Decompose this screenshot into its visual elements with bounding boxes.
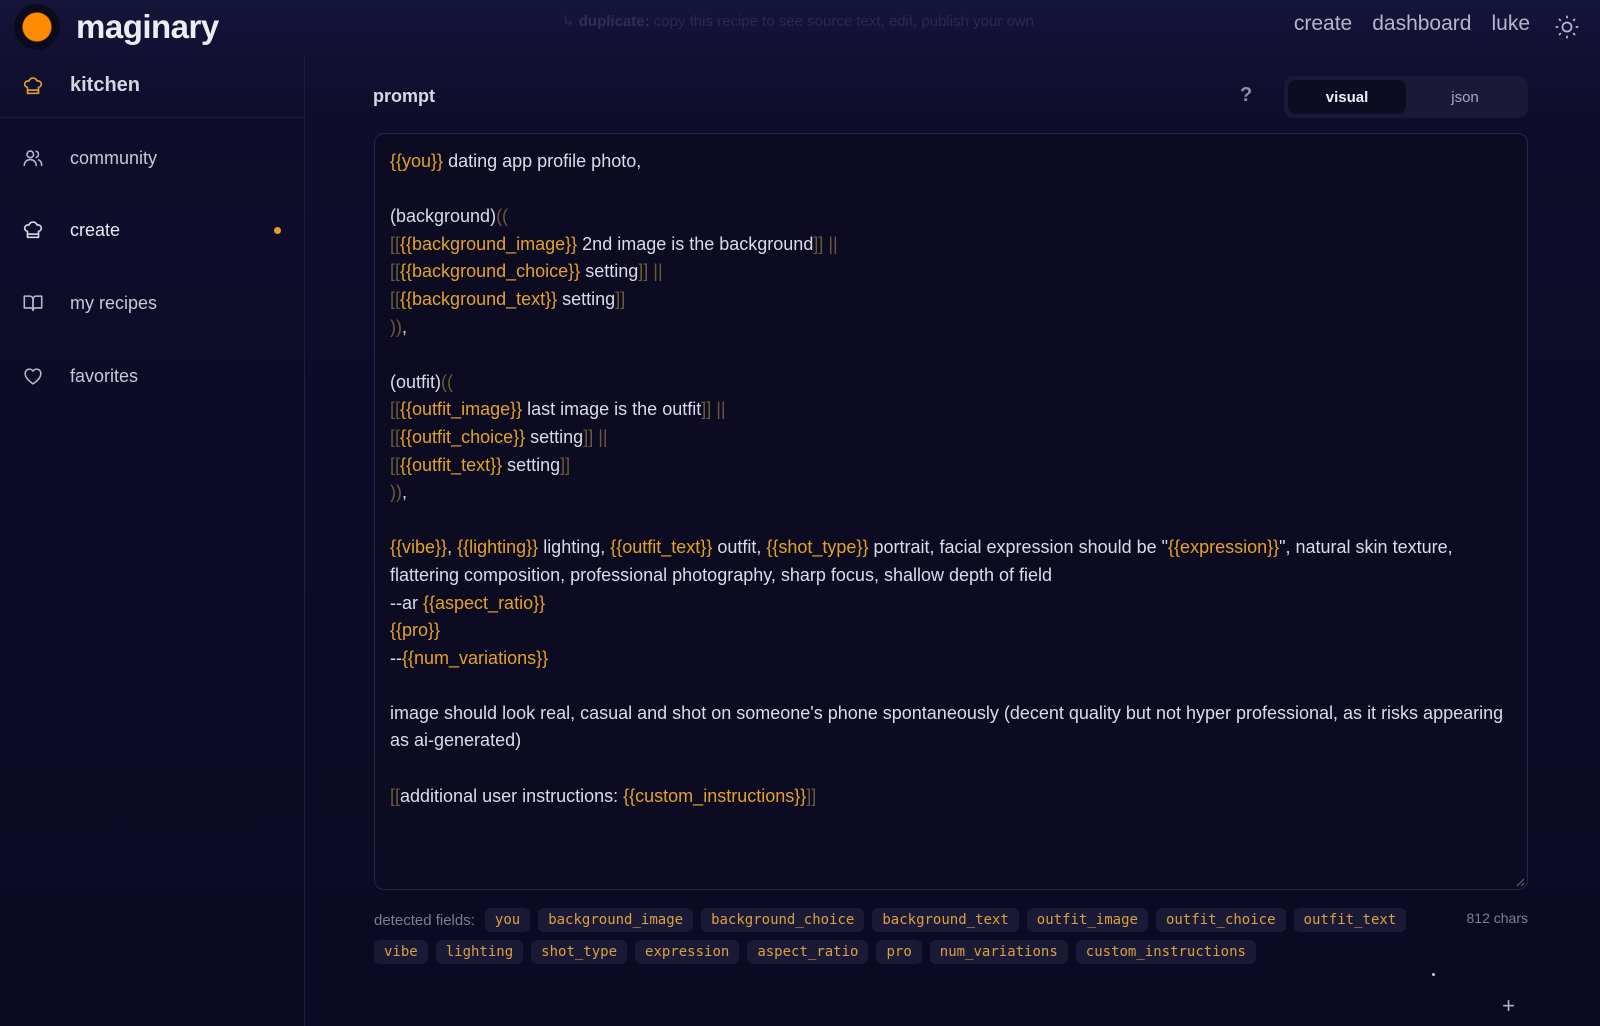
field-chip[interactable]: shot_type <box>531 940 628 964</box>
sidebar-item-label: my recipes <box>70 292 158 313</box>
faded-hint: ↳ duplicate: copy this recipe to see sou… <box>562 13 1034 30</box>
add-button[interactable]: + <box>1502 993 1515 1019</box>
users-icon <box>22 147 44 169</box>
sidebar: kitchen community create my recipes favo… <box>0 54 305 1026</box>
chef-hat-icon <box>22 219 44 241</box>
field-chip[interactable]: you <box>484 908 531 932</box>
prompt-editor[interactable]: {{you}} dating app profile photo, (backg… <box>374 133 1528 890</box>
sidebar-header-label: kitchen <box>70 74 141 96</box>
char-count: 812 chars <box>1466 910 1528 926</box>
sidebar-item-favorites[interactable]: favorites <box>0 356 305 396</box>
panel-title: prompt <box>373 86 435 106</box>
view-mode-toggle: visual json <box>1284 76 1528 118</box>
sidebar-item-create[interactable]: create <box>0 210 305 250</box>
top-nav: create dashboard luke <box>1294 12 1530 36</box>
field-chip[interactable]: background_image <box>538 908 694 932</box>
book-icon <box>22 292 44 314</box>
field-chip[interactable]: pro <box>876 940 922 964</box>
prompt-text[interactable]: {{you}} dating app profile photo, (backg… <box>390 148 1512 810</box>
sidebar-item-community[interactable]: community <box>0 138 305 178</box>
active-indicator-dot <box>274 227 281 234</box>
sidebar-item-label: community <box>70 147 158 168</box>
sidebar-item-label: create <box>70 219 121 240</box>
field-chip[interactable]: background_text <box>872 908 1019 932</box>
sun-icon[interactable] <box>1554 14 1580 40</box>
fields-row: vibe lighting shot_type expression aspect_ra… <box>374 940 1454 964</box>
field-chip[interactable]: background_choice <box>701 908 865 932</box>
hint-bold: duplicate: <box>578 13 650 30</box>
field-chip[interactable]: outfit_image <box>1026 908 1148 932</box>
field-chip[interactable]: aspect_ratio <box>747 940 869 964</box>
field-chip[interactable]: expression <box>635 940 740 964</box>
app-name: maginary <box>76 8 219 45</box>
logo-mark <box>14 4 60 50</box>
help-icon[interactable]: ? <box>1240 84 1252 107</box>
heart-icon <box>22 365 44 387</box>
tab-visual[interactable]: visual <box>1288 80 1406 114</box>
field-chip[interactable]: lighting <box>435 940 524 964</box>
sidebar-item-my-recipes[interactable]: my recipes <box>0 283 305 323</box>
nav-create[interactable]: create <box>1294 12 1352 36</box>
sidebar-header[interactable]: kitchen <box>0 54 304 118</box>
hint-text: copy this recipe to see source text, edi… <box>649 13 1034 30</box>
cursor-dot <box>1432 973 1435 976</box>
fields-label: detected fields: <box>374 911 475 929</box>
field-chip[interactable]: outfit_choice <box>1155 908 1286 932</box>
top-bar: maginary ↳ duplicate: copy this recipe t… <box>0 0 1600 54</box>
resize-handle-icon[interactable] <box>1515 877 1525 887</box>
field-chip[interactable]: num_variations <box>929 940 1068 964</box>
field-chip[interactable]: vibe <box>374 940 428 964</box>
field-chip[interactable]: outfit_text <box>1293 908 1407 932</box>
field-chip[interactable]: custom_instructions <box>1075 940 1256 964</box>
nav-dashboard[interactable]: dashboard <box>1372 12 1471 36</box>
logo[interactable]: maginary <box>14 4 219 50</box>
tab-json[interactable]: json <box>1406 80 1524 114</box>
fields-row: detected fields: you background_image back… <box>374 908 1454 932</box>
chef-hat-icon <box>22 75 44 97</box>
sidebar-item-label: favorites <box>70 365 139 386</box>
detected-fields: detected fields: you background_image back… <box>374 908 1454 972</box>
nav-user[interactable]: luke <box>1491 12 1530 36</box>
